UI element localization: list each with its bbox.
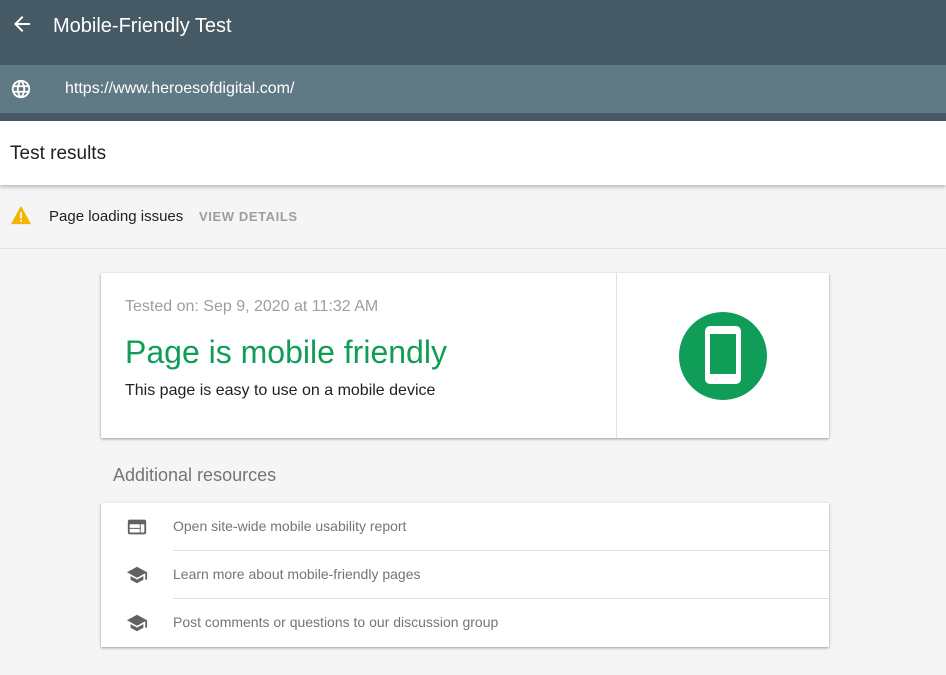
back-button[interactable] [8,10,36,38]
app-title: Mobile-Friendly Test [53,15,232,37]
smartphone-icon [679,312,767,400]
globe-icon [11,79,31,99]
school-icon [126,614,148,632]
tested-on-timestamp: Tested on: Sep 9, 2020 at 11:32 AM [125,298,379,315]
page-loading-issues: Page loading issues VIEW DETAILS [0,185,946,249]
resource-item-label: Learn more about mobile-friendly pages [173,566,421,582]
usability-report-link[interactable]: Open site-wide mobile usability report [101,503,829,551]
app-bar: Mobile-Friendly Test https://www.heroeso… [0,0,946,121]
warning-icon [11,205,31,225]
resource-item-label: Open site-wide mobile usability report [173,518,407,534]
resource-item-label: Post comments or questions to our discus… [173,614,499,630]
url-text: https://www.heroesofdigital.com/ [65,80,295,97]
result-summary: Tested on: Sep 9, 2020 at 11:32 AM Page … [101,273,617,438]
arrow-back-icon [14,16,30,32]
learn-more-link[interactable]: Learn more about mobile-friendly pages [101,551,829,599]
result-card: Tested on: Sep 9, 2020 at 11:32 AM Page … [101,273,829,438]
school-icon [126,566,148,584]
url-bar[interactable]: https://www.heroesofdigital.com/ [0,65,946,113]
issues-text: Page loading issues [49,208,184,225]
verdict-description: This page is easy to use on a mobile dev… [125,382,436,399]
resources-heading: Additional resources [113,465,277,485]
resources-list: Open site-wide mobile usability report L… [101,503,829,647]
title-row: Mobile-Friendly Test [0,0,946,52]
verdict-heading: Page is mobile friendly [125,334,447,370]
results-title: Test results [10,143,107,164]
results-header: Test results [0,121,946,185]
view-details-link[interactable]: VIEW DETAILS [199,208,298,226]
discussion-group-link[interactable]: Post comments or questions to our discus… [101,599,829,647]
web-layout-icon [127,519,147,535]
